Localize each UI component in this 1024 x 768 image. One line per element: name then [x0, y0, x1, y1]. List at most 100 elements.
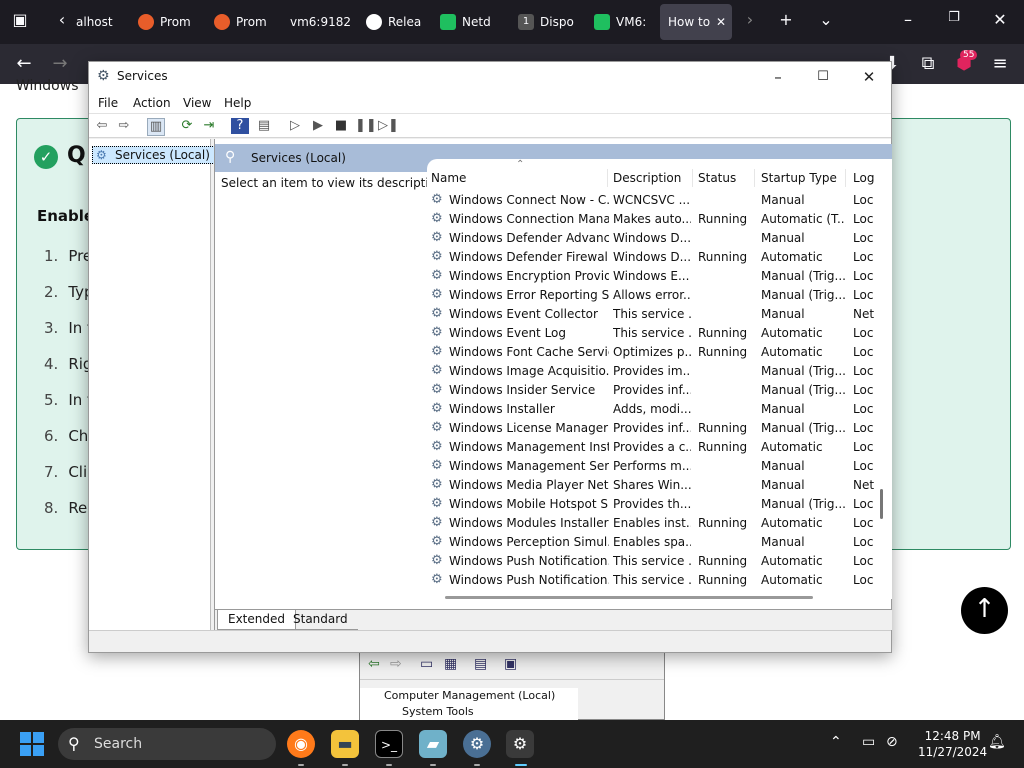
tab-localhost[interactable]: alhost [72, 4, 122, 40]
new-tab-icon[interactable]: + [774, 10, 798, 29]
service-gear-icon: ⚙ [431, 534, 443, 549]
vertical-scrollbar[interactable] [880, 489, 883, 519]
export-list-icon[interactable]: ⇥ [200, 118, 218, 134]
service-row[interactable]: ⚙ Windows Media Player Net... Shares Win..… [427, 476, 892, 495]
service-row[interactable]: ⚙ Windows Insider Service Provides inf... M… [427, 381, 892, 400]
service-row[interactable]: ⚙ Windows Image Acquisitio... Provides im.… [427, 362, 892, 381]
minimize-button[interactable]: – [755, 64, 801, 90]
settings-gear-icon[interactable]: ⚙ [463, 730, 491, 758]
menu-file[interactable]: File [98, 96, 118, 110]
service-row[interactable]: ⚙ Windows Push Notification... This servic… [427, 552, 892, 571]
cm-tree-system-tools[interactable]: System Tools [360, 704, 578, 720]
taskbar-clock[interactable]: 12:48 PM 11/27/2024 [918, 728, 987, 760]
tab-scroll-left-icon[interactable]: ‹ [50, 10, 74, 29]
back-icon[interactable]: ⇦ [368, 656, 380, 672]
service-row[interactable]: ⚙ Windows Defender Advanc... Windows D... M… [427, 229, 892, 248]
tab-vm6-netdata[interactable]: VM6: [590, 4, 652, 40]
network-icon[interactable]: ▭ [862, 734, 875, 750]
tab-how-to-active[interactable]: How to ✕ [660, 4, 732, 40]
forward-icon[interactable]: → [48, 53, 72, 74]
service-row[interactable]: ⚙ Windows Encryption Provid... Windows E..… [427, 267, 892, 286]
show-hide-tree-icon[interactable]: ▦ [444, 656, 457, 672]
close-button[interactable]: ✕ [846, 64, 892, 90]
restart-service-icon[interactable]: ▷❚ [378, 118, 399, 134]
column-header-startup-type[interactable]: Startup Type [761, 171, 837, 185]
service-row[interactable]: ⚙ Windows Error Reporting Se... Allows err… [427, 286, 892, 305]
services-gear-icon[interactable]: ⚙ [506, 730, 534, 758]
start-service-icon[interactable]: ▷ [286, 118, 304, 134]
column-header-log-on-as[interactable]: Log [853, 171, 874, 185]
tab-vm6[interactable]: vm6:9182 [286, 4, 350, 40]
service-row[interactable]: ⚙ Windows Perception Simul... Enables spa.… [427, 533, 892, 552]
service-row[interactable]: ⚙ Windows Connection Mana... Makes auto...… [427, 210, 892, 229]
stop-service-icon[interactable]: ■ [332, 118, 350, 134]
tab-prometheus-2[interactable]: Prom [210, 4, 272, 40]
tab-prometheus-1[interactable]: Prom [134, 4, 196, 40]
column-header-description[interactable]: Description [613, 171, 681, 185]
service-startup-type: Manual (Trig... [761, 288, 845, 302]
service-row[interactable]: ⚙ Windows Mobile Hotspot S... Provides th.… [427, 495, 892, 514]
back-icon[interactable]: ← [12, 53, 36, 74]
service-log-on-as: Loc [853, 231, 874, 245]
menu-view[interactable]: View [183, 96, 211, 110]
windows-start-icon[interactable] [20, 732, 44, 756]
service-row[interactable]: ⚙ Windows Installer Adds, modi... Manual Loc [427, 400, 892, 419]
service-row[interactable]: ⚙ Windows Management Ser... Performs m... M… [427, 457, 892, 476]
forward-icon[interactable]: ⇨ [115, 118, 133, 134]
properties-icon[interactable]: ▤ [474, 656, 487, 672]
tab-netdata-1[interactable]: Netd [436, 4, 498, 40]
service-row[interactable]: ⚙ Windows Connect Now - C... WCNCSVC ... Ma… [427, 191, 892, 210]
cm-tree-root[interactable]: Computer Management (Local) [360, 688, 578, 704]
start-service-alt-icon[interactable]: ▶ [309, 118, 327, 134]
tree-item-services-local[interactable]: ⚙ Services (Local) [92, 146, 215, 164]
help-icon[interactable]: ▣ [504, 656, 517, 672]
firefox-icon[interactable]: ◉ [287, 730, 315, 758]
tab-releases[interactable]: Relea [362, 4, 424, 40]
back-icon[interactable]: ⇦ [93, 118, 111, 134]
scroll-to-top-button[interactable]: ↑ [961, 587, 1008, 634]
volume-muted-icon[interactable]: ⊘ [886, 734, 898, 750]
list-tabs-icon[interactable]: ⌄ [814, 10, 838, 29]
taskbar-search[interactable]: ⚲ Search [58, 728, 276, 760]
terminal-icon[interactable]: >_ [375, 730, 403, 758]
maximize-button[interactable]: ☐ [800, 64, 846, 90]
column-header-status[interactable]: Status [698, 171, 736, 185]
service-name: Windows Font Cache Service [449, 345, 609, 359]
service-description: Provides th... [613, 497, 691, 511]
tab-dispo[interactable]: 1 Dispo [514, 4, 576, 40]
close-browser-icon[interactable]: ✕ [988, 10, 1012, 29]
tab-overview-icon[interactable]: ▣ [8, 10, 32, 29]
service-row[interactable]: ⚙ Windows Defender Firewall Windows D... Ru… [427, 248, 892, 267]
up-folder-icon[interactable]: ▭ [420, 656, 433, 672]
column-header-name[interactable]: Name [431, 171, 466, 185]
extensions-icon[interactable]: ⧉ [916, 53, 940, 74]
refresh-icon[interactable]: ⟳ [178, 118, 196, 134]
tab-standard[interactable]: Standard [283, 610, 358, 630]
forward-icon[interactable]: ⇨ [390, 656, 402, 672]
menu-icon[interactable]: ≡ [988, 53, 1012, 74]
tab-scroll-right-icon[interactable]: › [738, 10, 762, 29]
show-hidden-icons-icon[interactable]: ⌃ [830, 734, 842, 750]
menu-action[interactable]: Action [133, 96, 171, 110]
help-icon[interactable]: ? [231, 118, 249, 134]
service-row[interactable]: ⚙ Windows License Manager ... Provides inf… [427, 419, 892, 438]
pause-service-icon[interactable]: ❚❚ [355, 118, 377, 134]
show-hide-console-tree-icon[interactable]: ▥ [147, 118, 165, 136]
restore-browser-icon[interactable]: ❐ [942, 10, 966, 25]
notifications-bell-icon[interactable]: 🔔︎ [988, 734, 1006, 750]
file-explorer-icon[interactable]: ▬ [331, 730, 359, 758]
horizontal-scrollbar[interactable] [445, 596, 813, 599]
service-row[interactable]: ⚙ Windows Event Collector This service ...… [427, 305, 892, 324]
service-row[interactable]: ⚙ Windows Modules Installer Enables inst..… [427, 514, 892, 533]
service-row[interactable]: ⚙ Windows Push Notification... This servic… [427, 571, 892, 590]
notepad-icon[interactable]: ▰ [419, 730, 447, 758]
minimize-browser-icon[interactable]: – [896, 10, 920, 29]
properties-icon[interactable]: ▤ [255, 118, 273, 134]
service-row[interactable]: ⚙ Windows Font Cache Service Optimizes p..… [427, 343, 892, 362]
service-gear-icon: ⚙ [431, 553, 443, 568]
close-tab-icon[interactable]: ✕ [716, 15, 726, 29]
menu-help[interactable]: Help [224, 96, 251, 110]
service-row[interactable]: ⚙ Windows Management Inst... Provides a c.… [427, 438, 892, 457]
service-row[interactable]: ⚙ Windows Event Log This service ... Runnin… [427, 324, 892, 343]
services-title-bar[interactable]: ⚙ Services – ☐ ✕ [89, 62, 891, 92]
